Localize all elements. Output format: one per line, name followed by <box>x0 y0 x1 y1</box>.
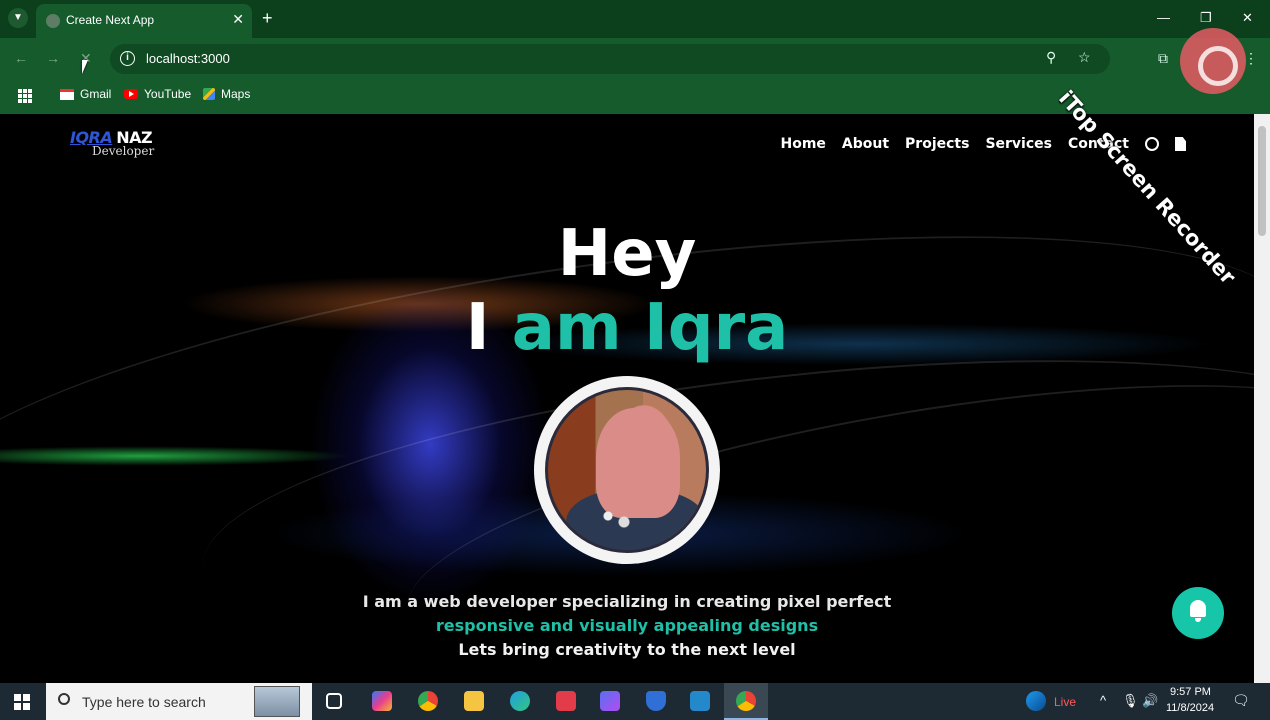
apps-grid-icon[interactable] <box>18 89 32 103</box>
close-window-icon[interactable]: ✕ <box>1242 10 1253 26</box>
bookmark-maps[interactable]: Maps <box>203 87 250 101</box>
nav-about[interactable]: About <box>842 136 889 152</box>
bell-icon <box>1188 600 1208 622</box>
hero-greeting: Hey <box>557 217 697 291</box>
taskbar-search-placeholder: Type here to search <box>82 694 206 710</box>
bookmark-label: YouTube <box>144 87 192 101</box>
tagline-line-1: I am a web developer specializing in cre… <box>362 592 892 611</box>
profile-photo-frame <box>534 376 720 564</box>
tab-favicon-icon <box>46 14 60 28</box>
hero-name-i: I <box>465 291 490 365</box>
clock-date[interactable]: 11/8/2024 <box>1166 702 1214 714</box>
copilot-icon[interactable] <box>372 691 392 711</box>
file-explorer-icon[interactable] <box>464 691 484 711</box>
bookmark-star-icon[interactable]: ☆ <box>1078 49 1091 66</box>
media-player-icon[interactable] <box>600 691 620 711</box>
youtube-icon <box>124 89 138 99</box>
notification-button[interactable] <box>1172 587 1224 639</box>
tagline-line-3: Lets bring creativity to the next level <box>458 640 796 659</box>
taskbar-search[interactable]: Type here to search <box>46 683 312 720</box>
chrome-active-icon <box>736 691 756 711</box>
minimize-icon[interactable]: — <box>1157 10 1170 25</box>
bookmark-youtube[interactable]: YouTube <box>124 87 191 101</box>
more-menu-icon[interactable]: ⋮ <box>1244 50 1258 67</box>
windows-taskbar: Type here to search Live ^ 🎙 🔊 9:57 PM 1… <box>0 683 1270 720</box>
browser-titlebar: ▼ Create Next App ✕ + — ❐ ✕ <box>0 0 1270 38</box>
recorder-logo-icon <box>1180 28 1246 94</box>
site-info-icon[interactable]: i <box>120 51 135 66</box>
windows-start-icon[interactable] <box>14 694 30 710</box>
address-bar[interactable]: i localhost:3000 ⚲ ☆ <box>110 44 1110 74</box>
hero-name: I am Iqra <box>0 292 1254 364</box>
scrollbar-thumb[interactable] <box>1258 126 1266 236</box>
photo-embroidery <box>598 506 638 532</box>
page-scrollbar[interactable] <box>1254 114 1270 683</box>
forward-icon[interactable]: → <box>46 50 60 66</box>
bookmark-gmail[interactable]: Gmail <box>60 87 111 101</box>
vscode-icon[interactable] <box>690 691 710 711</box>
back-icon[interactable]: ← <box>14 50 28 66</box>
browser-tab[interactable]: Create Next App ✕ <box>36 4 252 38</box>
security-shield-icon[interactable] <box>646 691 666 711</box>
tray-chevron-icon[interactable]: ^ <box>1100 693 1106 708</box>
bookmark-label: Maps <box>221 87 251 101</box>
task-view-icon[interactable] <box>326 693 342 709</box>
photo-hijab <box>596 408 680 518</box>
screen-recorder-icon[interactable] <box>556 691 576 711</box>
nav-home[interactable]: Home <box>780 136 825 152</box>
tagline-line-2: responsive and visually appealing design… <box>435 616 819 635</box>
restore-icon[interactable]: ❐ <box>1200 10 1212 26</box>
search-icon <box>58 693 70 705</box>
close-tab-icon[interactable]: ✕ <box>232 11 244 28</box>
logo-developer: Developer <box>92 144 155 158</box>
maps-icon <box>203 88 215 100</box>
edge-icon[interactable] <box>510 691 530 711</box>
nav-services[interactable]: Services <box>985 136 1052 152</box>
tab-search-chevron-icon[interactable]: ▼ <box>8 8 28 28</box>
taskbar-active-chrome[interactable] <box>724 683 768 720</box>
volume-icon[interactable]: 🔊 <box>1142 693 1158 709</box>
zoom-icon[interactable]: ⚲ <box>1046 49 1056 66</box>
microphone-icon[interactable]: 🎙 <box>1122 693 1139 709</box>
search-highlight-thumbnail <box>254 686 300 717</box>
url-text[interactable]: localhost:3000 <box>146 51 230 66</box>
resume-file-icon[interactable] <box>1175 137 1186 151</box>
chrome-icon[interactable] <box>418 691 438 711</box>
clock-time[interactable]: 9:57 PM <box>1170 686 1211 698</box>
bookmark-label: Gmail <box>80 87 112 101</box>
notifications-icon[interactable]: 🗨 <box>1232 692 1250 709</box>
profile-photo <box>545 387 709 553</box>
hero-name-highlight: am Iqra <box>511 291 789 365</box>
live-label[interactable]: Live <box>1054 695 1076 709</box>
tab-title: Create Next App <box>66 13 155 27</box>
gmail-icon <box>60 88 74 100</box>
mouse-cursor-icon <box>82 60 94 74</box>
github-icon[interactable] <box>1145 137 1159 151</box>
portfolio-page: IQRA NAZ Developer Home About Projects Se… <box>0 114 1254 683</box>
browser-toolbar: ← → ✕ i localhost:3000 ⚲ ☆ <box>0 38 1270 80</box>
new-tab-icon[interactable]: + <box>262 8 273 28</box>
site-logo[interactable]: IQRA NAZ Developer <box>70 128 160 162</box>
extensions-icon[interactable]: ⧉ <box>1158 50 1168 67</box>
live-widget-icon[interactable] <box>1026 691 1046 711</box>
nav-projects[interactable]: Projects <box>905 136 969 152</box>
